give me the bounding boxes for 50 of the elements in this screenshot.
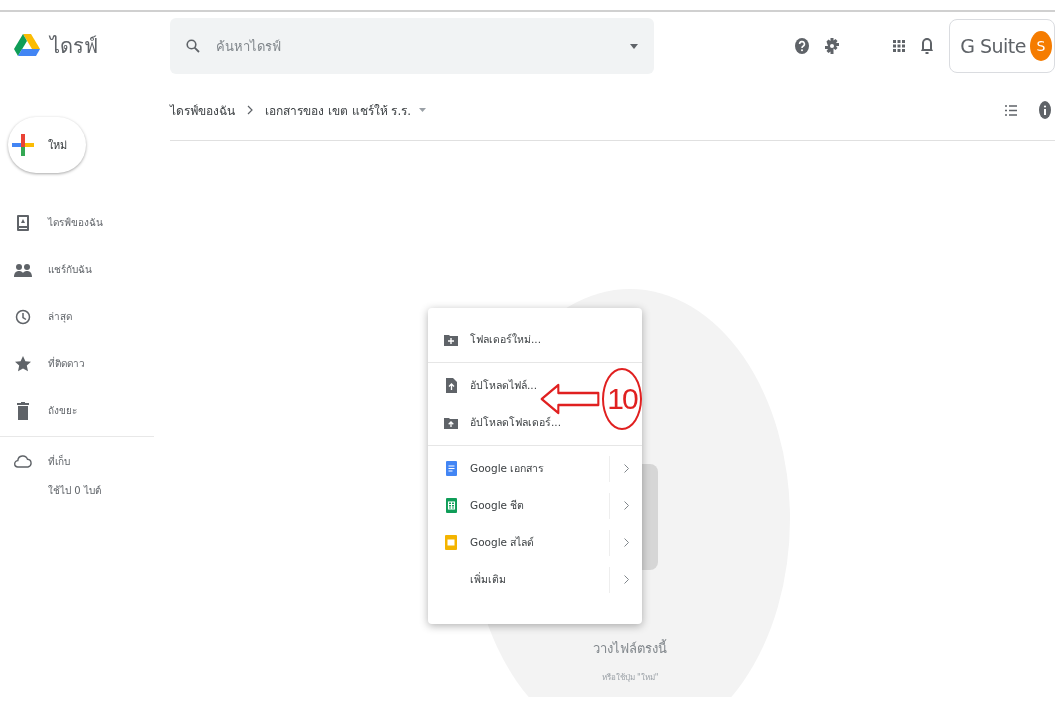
menu-item[interactable]: Google เอกสาร <box>428 450 642 487</box>
menu-item[interactable]: Google สไลด์ <box>428 524 642 561</box>
spreadsheet-icon <box>445 498 457 513</box>
search-icon <box>186 39 200 53</box>
drive-icon <box>17 214 29 231</box>
sidebar-item[interactable]: แชร์กับฉัน <box>0 246 160 293</box>
storage-item[interactable]: ที่เก็บ <box>0 447 160 475</box>
empty-state-title: วางไฟล์ตรงนี้ <box>593 638 667 658</box>
plus-icon <box>12 134 34 156</box>
menu-item[interactable]: Google ชีต <box>428 487 642 524</box>
list-view-icon[interactable] <box>1005 104 1017 116</box>
menu-item[interactable]: อัปโหลดโฟลเดอร์... <box>428 404 565 441</box>
bell-icon[interactable] <box>921 38 934 54</box>
people-icon <box>14 262 32 277</box>
menu-item[interactable]: อัปโหลดไฟล์... <box>428 367 541 404</box>
sidebar-item[interactable]: ถังขยะ <box>0 387 160 434</box>
folder-plus-icon <box>444 333 458 346</box>
cloud-icon <box>14 454 32 468</box>
new-button[interactable]: ใหม่ <box>8 117 86 173</box>
dropdown-caret-icon[interactable] <box>419 108 427 112</box>
info-icon[interactable] <box>1039 101 1051 119</box>
sidebar-item[interactable]: ไดรฟ์ของฉัน <box>0 199 160 246</box>
folder-upload-icon <box>444 416 458 429</box>
clock-icon <box>15 308 31 325</box>
app-name: ไดรฟ์ <box>50 33 98 60</box>
dropdown-caret-icon[interactable] <box>630 43 638 49</box>
sidebar-item[interactable]: ที่ติดดาว <box>0 340 160 387</box>
avatar: S <box>1030 31 1052 61</box>
help-icon[interactable] <box>795 38 810 54</box>
account-button[interactable]: G Suite S <box>949 19 1055 73</box>
chevron-right-icon <box>247 105 253 115</box>
document-icon <box>445 461 457 476</box>
trash-icon <box>17 401 29 420</box>
drive-logo-icon <box>14 34 40 58</box>
search-input[interactable]: ค้นหาไดรฟ์ <box>214 37 616 55</box>
breadcrumb-item[interactable]: เอกสารของ เขต แชร์ให้ ร.ร. <box>265 100 412 120</box>
file-upload-icon <box>445 378 457 393</box>
storage-usage: ใช้ไป 0 ไบต์ <box>47 484 102 498</box>
empty-state-hint: หรือใช้ปุ่ม "ใหม่" <box>601 672 659 684</box>
search-field[interactable]: ค้นหาไดรฟ์ <box>170 18 654 74</box>
menu-item[interactable]: เพิ่มเติม <box>428 561 642 598</box>
presentation-icon <box>445 535 457 550</box>
step-number: 10 <box>602 368 642 430</box>
annotation-arrow <box>540 383 600 415</box>
sidebar-item[interactable]: ล่าสุด <box>0 293 160 340</box>
settings-icon[interactable] <box>825 38 840 54</box>
breadcrumb-item[interactable]: ไดรฟ์ของฉัน <box>170 100 235 120</box>
star-icon <box>15 355 31 372</box>
apps-grid-icon[interactable] <box>893 40 906 52</box>
menu-item[interactable]: โฟลเดอร์ใหม่... <box>428 321 545 358</box>
